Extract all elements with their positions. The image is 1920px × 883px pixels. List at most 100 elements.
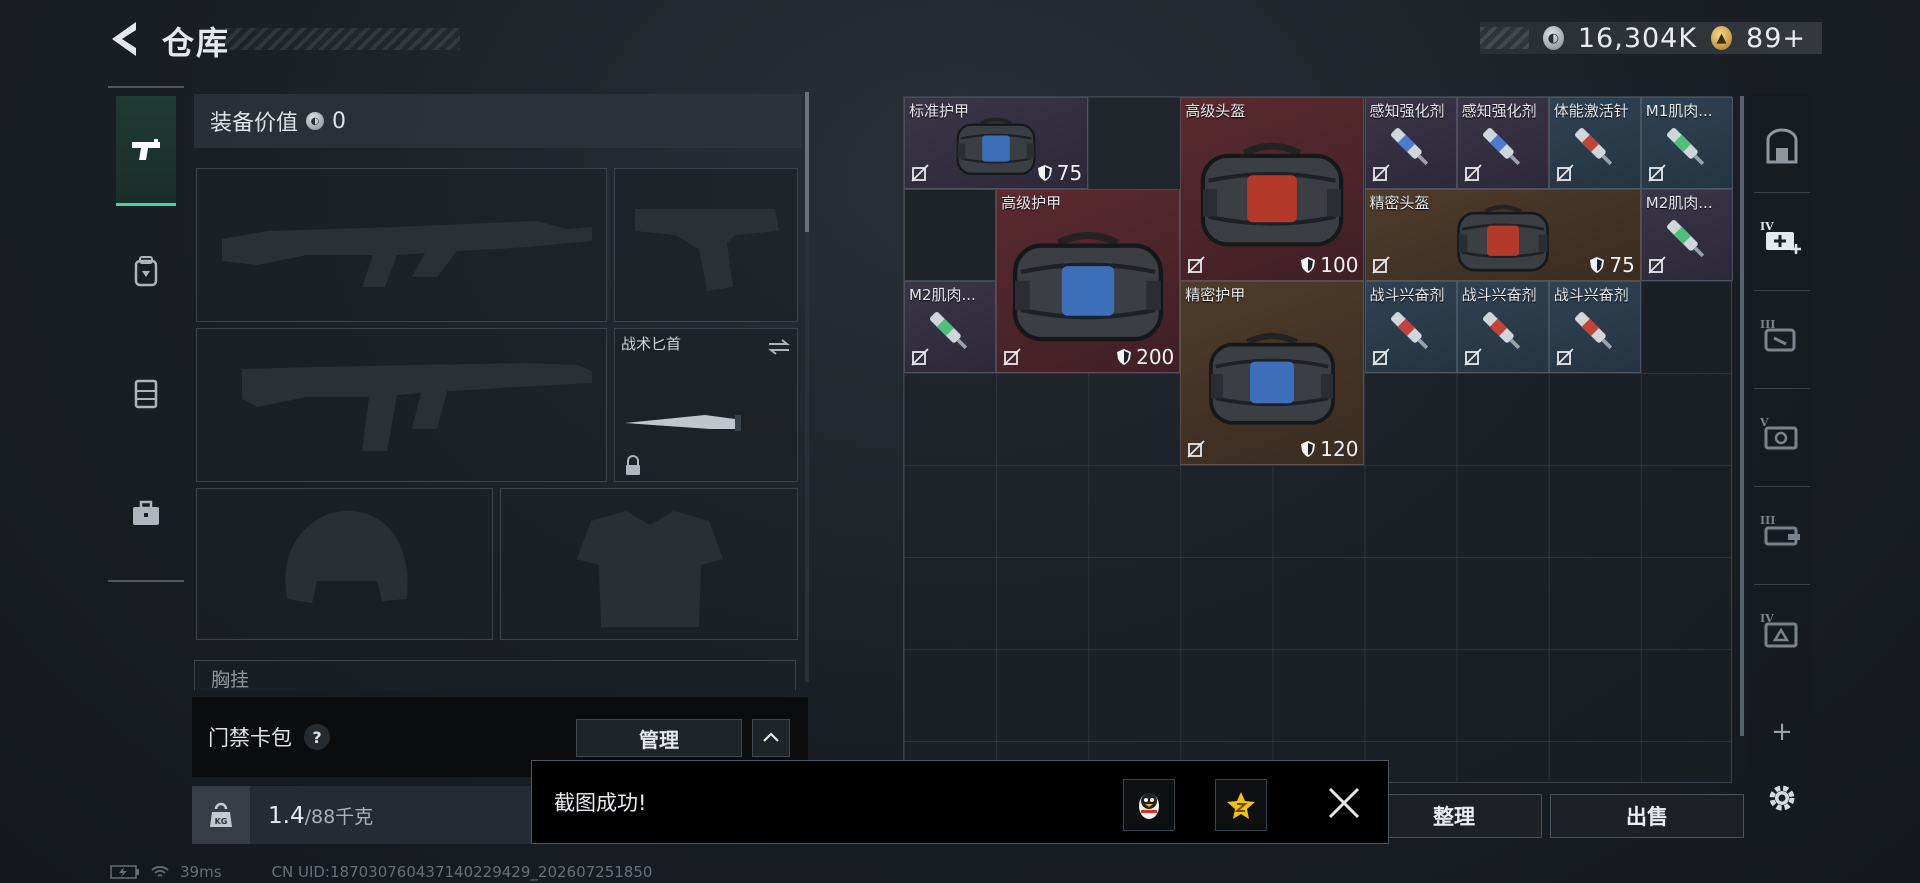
inventory-item[interactable]: 战斗兴奋剂 (1548, 281, 1641, 373)
container-item-safe[interactable] (1758, 124, 1806, 172)
inventory-scrollbar-thumb[interactable] (1740, 96, 1744, 736)
container-item-tier-iii-case[interactable]: III (1758, 508, 1806, 556)
sidebar-item-briefcase[interactable] (116, 458, 176, 568)
swap-icon[interactable] (767, 337, 791, 357)
no-trade-icon (1187, 440, 1205, 458)
add-container-button[interactable]: + (1758, 708, 1806, 756)
settings-button[interactable] (1758, 774, 1806, 822)
inventory-item[interactable]: 高级护甲 200 (996, 189, 1181, 373)
chest-rig-slot[interactable]: 胸挂 (194, 660, 796, 691)
gold-currency-value[interactable]: 89+ (1746, 23, 1806, 54)
svg-text:IV: IV (1760, 220, 1774, 233)
no-trade-icon (1187, 256, 1205, 274)
item-name: 体能激活针 (1553, 102, 1629, 120)
sidebar-item-backpack[interactable] (116, 216, 176, 326)
help-icon[interactable]: ? (304, 724, 330, 750)
inventory-item[interactable]: 高级头盔 100 (1180, 97, 1365, 281)
penguin-icon (1139, 793, 1159, 819)
no-trade-icon (1648, 164, 1666, 182)
armor-shield-icon (1301, 257, 1316, 273)
item-name: M2肌肉... (1645, 194, 1713, 212)
pistol-silhouette-icon (635, 209, 779, 291)
injector-icon (1482, 127, 1520, 165)
pack-icon: V (1760, 416, 1798, 450)
gear-bag-icon (1209, 333, 1336, 425)
pouch-icon: III (1760, 318, 1796, 352)
item-armor-value: 120 (1300, 437, 1358, 461)
no-trade-icon (1003, 348, 1021, 366)
empty-cell[interactable] (904, 189, 997, 281)
pistol-icon (132, 138, 160, 160)
injector-icon (1390, 311, 1428, 349)
inventory-item[interactable]: 感知强化剂 (1456, 97, 1549, 189)
armor-slot[interactable] (500, 488, 798, 640)
no-trade-icon (1371, 164, 1390, 182)
kettlebell-icon: KG (210, 802, 232, 827)
inventory-item[interactable]: 精密头盔 75 (1364, 189, 1641, 281)
sidebar-item-weapons[interactable] (116, 96, 176, 206)
inventory-item[interactable]: 战斗兴奋剂 (1456, 281, 1549, 373)
back-button[interactable] (106, 18, 146, 60)
gear-bag-icon (1201, 143, 1344, 247)
backpack-icon (134, 256, 158, 287)
inventory-item[interactable]: 感知强化剂 (1364, 97, 1457, 189)
helmet-slot[interactable] (196, 488, 493, 640)
share-qzone-button[interactable] (1215, 779, 1267, 831)
equipment-scrollbar-thumb[interactable] (805, 92, 809, 232)
melee-slot[interactable]: 战术匕首 (614, 328, 798, 482)
knife-icon (625, 415, 789, 431)
ping-value: 39ms (180, 863, 222, 881)
inventory-grid[interactable]: 标准护甲 75 高级头盔 100 感知强化剂 感知强化剂 体能激活针 M1肌肉.… (903, 96, 1733, 783)
item-name: 感知强化剂 (1369, 102, 1445, 120)
close-toast-button[interactable] (1324, 783, 1364, 823)
sort-button[interactable]: 整理 (1366, 794, 1542, 838)
item-name: M1肌肉... (1645, 102, 1713, 120)
weight-max: /88千克 (304, 805, 374, 828)
sidebar-item-vest[interactable] (116, 338, 176, 448)
no-trade-icon (1556, 164, 1574, 182)
manage-button[interactable]: 管理 (576, 719, 742, 757)
silver-coin-icon: ◐ (306, 112, 325, 130)
secondary-weapon-slot[interactable] (196, 328, 607, 482)
inventory-item[interactable]: 体能激活针 (1548, 97, 1641, 189)
battery-icon (110, 865, 139, 879)
primary-weapon-slot[interactable] (196, 168, 607, 322)
weight-current: 1.4/88千克 (268, 802, 374, 829)
rifle-silhouette-icon (242, 363, 592, 451)
sell-button[interactable]: 出售 (1550, 794, 1744, 838)
inventory-item[interactable]: M2肌肉... (904, 281, 997, 373)
briefcase-icon (133, 500, 159, 525)
item-name: 战斗兴奋剂 (1553, 286, 1629, 304)
container-item-tier-iv-medical[interactable]: IV (1758, 214, 1806, 262)
inventory-item[interactable]: 战斗兴奋剂 (1364, 281, 1457, 373)
status-bar: 39ms CN UID:18703076043714022942​9_20260… (110, 862, 652, 882)
expand-button[interactable] (752, 719, 790, 757)
medical-case-icon: IV (1760, 220, 1801, 254)
category-sidebar (108, 86, 184, 582)
no-trade-icon (1371, 256, 1390, 274)
armor-shield-icon (1117, 349, 1132, 365)
share-qq-button[interactable] (1123, 779, 1175, 831)
pistol-slot[interactable] (614, 168, 798, 322)
silver-coin-icon: ◐ (1542, 26, 1564, 50)
inventory-item[interactable]: 标准护甲 75 (904, 97, 1089, 189)
equipment-value-amount: 0 (332, 108, 347, 134)
container-item-tier-v-pack[interactable]: V (1758, 410, 1806, 458)
gear-icon (1769, 785, 1795, 811)
inventory-item[interactable]: M1肌肉... (1640, 97, 1733, 189)
chevron-up-icon (763, 732, 779, 742)
armor-shield-icon (1037, 165, 1052, 181)
item-name: 高级头盔 (1185, 102, 1246, 120)
item-armor-value: 200 (1116, 345, 1174, 369)
no-trade-icon (1648, 256, 1666, 274)
weight-indicator: KG 1.4/88千克 (192, 786, 532, 844)
weight-icon: KG (192, 786, 250, 844)
page-title: 仓库 (162, 24, 231, 62)
item-name: 战斗兴奋剂 (1369, 286, 1445, 304)
inventory-item[interactable]: 精密护甲 120 (1180, 281, 1365, 465)
container-item-tier-iii-pouch[interactable]: III (1758, 312, 1806, 360)
no-trade-icon (911, 164, 929, 182)
container-sidebar: IV III V III IV + (1748, 94, 1812, 844)
inventory-item[interactable]: M2肌肉... (1640, 189, 1733, 281)
container-item-tier-iv-bag[interactable]: IV (1758, 606, 1806, 654)
